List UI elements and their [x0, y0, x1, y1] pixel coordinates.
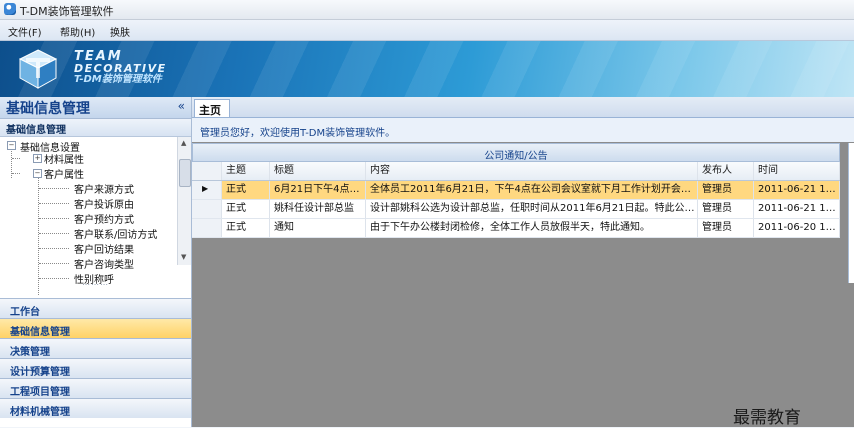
nav-project[interactable]: 工程项目管理: [0, 378, 191, 398]
row-indicator-icon: ▶: [202, 184, 209, 193]
tree-item[interactable]: 客户咨询类型: [74, 256, 134, 271]
header-banner: TEAM DECORATIVE T-DM装饰管理软件: [0, 41, 854, 97]
tree-view: − 基础信息设置 + 材料属性 − 客户属性 客户来源方式 客户投诉原由 客户预…: [0, 137, 191, 295]
logo-line-brand: T-DM装饰管理软件: [74, 74, 162, 85]
menu-file[interactable]: 文件(F): [8, 24, 42, 39]
collapse-node-icon[interactable]: −: [33, 169, 42, 178]
table-row[interactable]: ▶ 正式 6月21日下午4点… 全体员工2011年6月21日，下午4点在公司会议…: [192, 181, 840, 200]
column-header-topic[interactable]: 主题: [222, 162, 270, 180]
column-header-content[interactable]: 内容: [366, 162, 698, 180]
column-header-publisher[interactable]: 发布人: [698, 162, 754, 180]
tree-item[interactable]: 客户来源方式: [74, 181, 134, 196]
splitter-grip[interactable]: ⋯⋯⋯: [0, 279, 191, 295]
tab-home[interactable]: 主页: [194, 99, 230, 117]
expand-node-icon[interactable]: +: [33, 154, 42, 163]
nav-basic-info[interactable]: 基础信息管理: [0, 318, 191, 338]
tab-strip: 主页: [192, 97, 854, 118]
table-row[interactable]: 正式 姚科任设计部总监 设计部姚科公选为设计部总监，任职时间从2011年6月21…: [192, 200, 840, 219]
nav-design-budget[interactable]: 设计预算管理: [0, 358, 191, 378]
scroll-up-icon[interactable]: ▲: [181, 139, 186, 147]
watermark-text: 最需教育: [733, 408, 801, 428]
menu-skin[interactable]: 换肤: [110, 24, 130, 39]
nav-workbench[interactable]: 工作台: [0, 298, 191, 318]
tree-item[interactable]: 客户回访结果: [74, 241, 134, 256]
notice-panel-title: 公司通知/公告: [192, 143, 840, 162]
collapse-icon[interactable]: «: [178, 99, 185, 113]
sidebar-header: 基础信息管理 «: [0, 97, 191, 119]
nav-decision[interactable]: 决策管理: [0, 338, 191, 358]
column-header-time[interactable]: 时间: [754, 162, 840, 180]
window-title: T-DM装饰管理软件: [20, 5, 114, 18]
notice-grid: 主题 标题 内容 发布人 时间 ▶ 正式 6月21日下午4点… 全体员工2011…: [192, 162, 840, 238]
notice-panel: 公司通知/公告 主题 标题 内容 发布人 时间 ▶ 正式 6月21日下午4点… …: [192, 143, 840, 238]
tree-node-customer[interactable]: 客户属性: [44, 166, 84, 181]
tree-scrollbar[interactable]: ▲ ▼: [177, 137, 191, 265]
grid-header: 主题 标题 内容 发布人 时间: [192, 162, 840, 181]
main-area: 主页 管理员您好，欢迎使用T-DM装饰管理软件。 公司通知/公告 主题 标题 内…: [192, 97, 854, 427]
sidebar-section-title: 基础信息管理: [0, 119, 191, 137]
tree-node-materials[interactable]: 材料属性: [44, 151, 84, 166]
scroll-down-icon[interactable]: ▼: [181, 253, 186, 261]
logo-text: TEAM DECORATIVE T-DM装饰管理软件: [74, 50, 167, 86]
nav-material[interactable]: 材料机械管理: [0, 398, 191, 418]
menu-bar: 文件(F) 帮助(H) 换肤: [0, 20, 854, 41]
app-icon: [4, 3, 16, 15]
title-bar: T-DM装饰管理软件: [0, 0, 854, 20]
collapse-node-icon[interactable]: −: [7, 141, 16, 150]
scroll-thumb[interactable]: [179, 159, 191, 187]
sidebar-title: 基础信息管理: [6, 101, 90, 117]
tree-item[interactable]: 客户联系/回访方式: [74, 226, 157, 241]
table-row[interactable]: 正式 通知 由于下午办公楼封闭检修，全体工作人员放假半天，特此通知。 管理员 2…: [192, 219, 840, 238]
logo-line-decorative: DECORATIVE: [74, 62, 167, 75]
tree-item[interactable]: 客户预约方式: [74, 211, 134, 226]
logo-icon: [18, 49, 58, 89]
nav-panel: 工作台 基础信息管理 决策管理 设计预算管理 工程项目管理 材料机械管理: [0, 298, 191, 418]
column-header-title[interactable]: 标题: [270, 162, 366, 180]
menu-help[interactable]: 帮助(H): [60, 24, 95, 39]
welcome-text: 管理员您好，欢迎使用T-DM装饰管理软件。: [200, 128, 396, 139]
tree-item[interactable]: 客户投诉原由: [74, 196, 134, 211]
right-side-panel: [848, 143, 854, 283]
sidebar: 基础信息管理 « 基础信息管理 − 基础信息设置 + 材料属性 − 客户属性 客…: [0, 97, 192, 427]
welcome-bar: 管理员您好，欢迎使用T-DM装饰管理软件。: [192, 118, 854, 142]
